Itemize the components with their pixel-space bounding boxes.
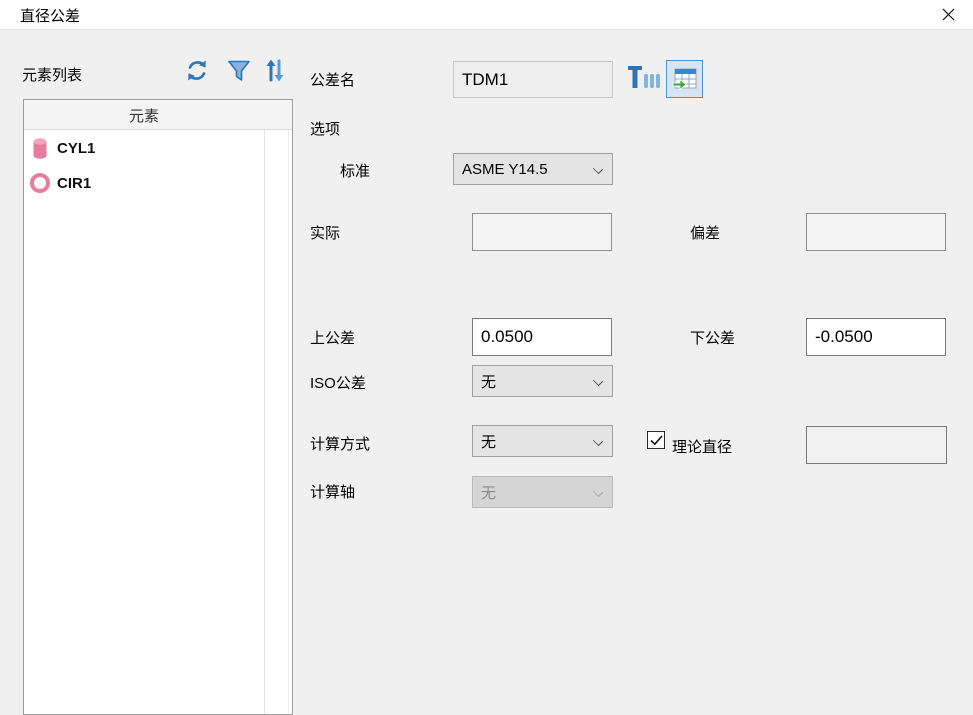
theoretical-diameter-checkbox[interactable] [647, 431, 665, 449]
list-item-label: CIR1 [57, 175, 91, 192]
standard-value: ASME Y14.5 [462, 161, 548, 178]
iso-tolerance-label: ISO公差 [310, 372, 366, 393]
sort-button[interactable] [262, 57, 288, 84]
refresh-button[interactable] [184, 57, 210, 84]
text-label-icon [626, 62, 662, 94]
theoretical-diameter-input[interactable] [806, 426, 947, 464]
deviation-label: 偏差 [690, 222, 720, 243]
close-icon [942, 8, 955, 21]
options-label: 选项 [310, 118, 340, 139]
close-button[interactable] [931, 0, 965, 28]
window-title: 直径公差 [20, 5, 80, 26]
calc-axis-select: 无 [472, 476, 613, 508]
circle-icon [29, 170, 51, 196]
table-export-icon [672, 66, 698, 92]
grid-header[interactable]: 元素 [24, 100, 292, 130]
deviation-input[interactable] [806, 213, 946, 251]
send-to-report-button[interactable] [666, 60, 703, 98]
upper-tolerance-label: 上公差 [310, 327, 355, 348]
calc-method-select[interactable]: 无 [472, 425, 613, 457]
upper-tolerance-input[interactable] [472, 318, 612, 356]
calc-axis-value: 无 [481, 482, 496, 503]
calc-method-value: 无 [481, 431, 496, 452]
iso-tolerance-select[interactable]: 无 [472, 365, 613, 397]
calc-method-label: 计算方式 [310, 433, 370, 454]
chevron-down-icon [594, 377, 603, 386]
actual-input[interactable] [472, 213, 612, 251]
refresh-icon [184, 57, 210, 84]
standard-select[interactable]: ASME Y14.5 [453, 153, 613, 185]
iso-tolerance-value: 无 [481, 371, 496, 392]
list-item-cir1[interactable]: CIR1 [24, 166, 264, 200]
list-item-cyl1[interactable]: CYL1 [24, 131, 264, 165]
lower-tolerance-label: 下公差 [690, 327, 735, 348]
title-bar: 直径公差 [0, 0, 973, 30]
tolerance-name-input[interactable] [453, 61, 613, 98]
chevron-down-icon [594, 165, 603, 174]
cylinder-icon [29, 135, 51, 161]
checkmark-icon [650, 435, 663, 446]
calc-axis-label: 计算轴 [310, 481, 355, 502]
sort-icon [262, 57, 288, 84]
actual-label: 实际 [310, 222, 340, 243]
text-label-button[interactable] [626, 62, 662, 94]
element-list-grid: 元素 CYL1 CIR1 [23, 99, 293, 715]
grid-column-divider-2 [288, 100, 289, 714]
theoretical-diameter-label: 理论直径 [672, 436, 732, 457]
chevron-down-icon [594, 437, 603, 446]
filter-icon [226, 57, 252, 84]
filter-button[interactable] [226, 57, 252, 84]
chevron-down-icon [594, 488, 603, 497]
standard-label: 标准 [340, 160, 370, 181]
list-item-label: CYL1 [57, 140, 95, 157]
lower-tolerance-input[interactable] [806, 318, 946, 356]
grid-header-element[interactable]: 元素 [24, 100, 264, 130]
element-list-label: 元素列表 [22, 64, 82, 85]
tolerance-name-label: 公差名 [310, 69, 355, 90]
grid-column-divider [264, 100, 265, 714]
